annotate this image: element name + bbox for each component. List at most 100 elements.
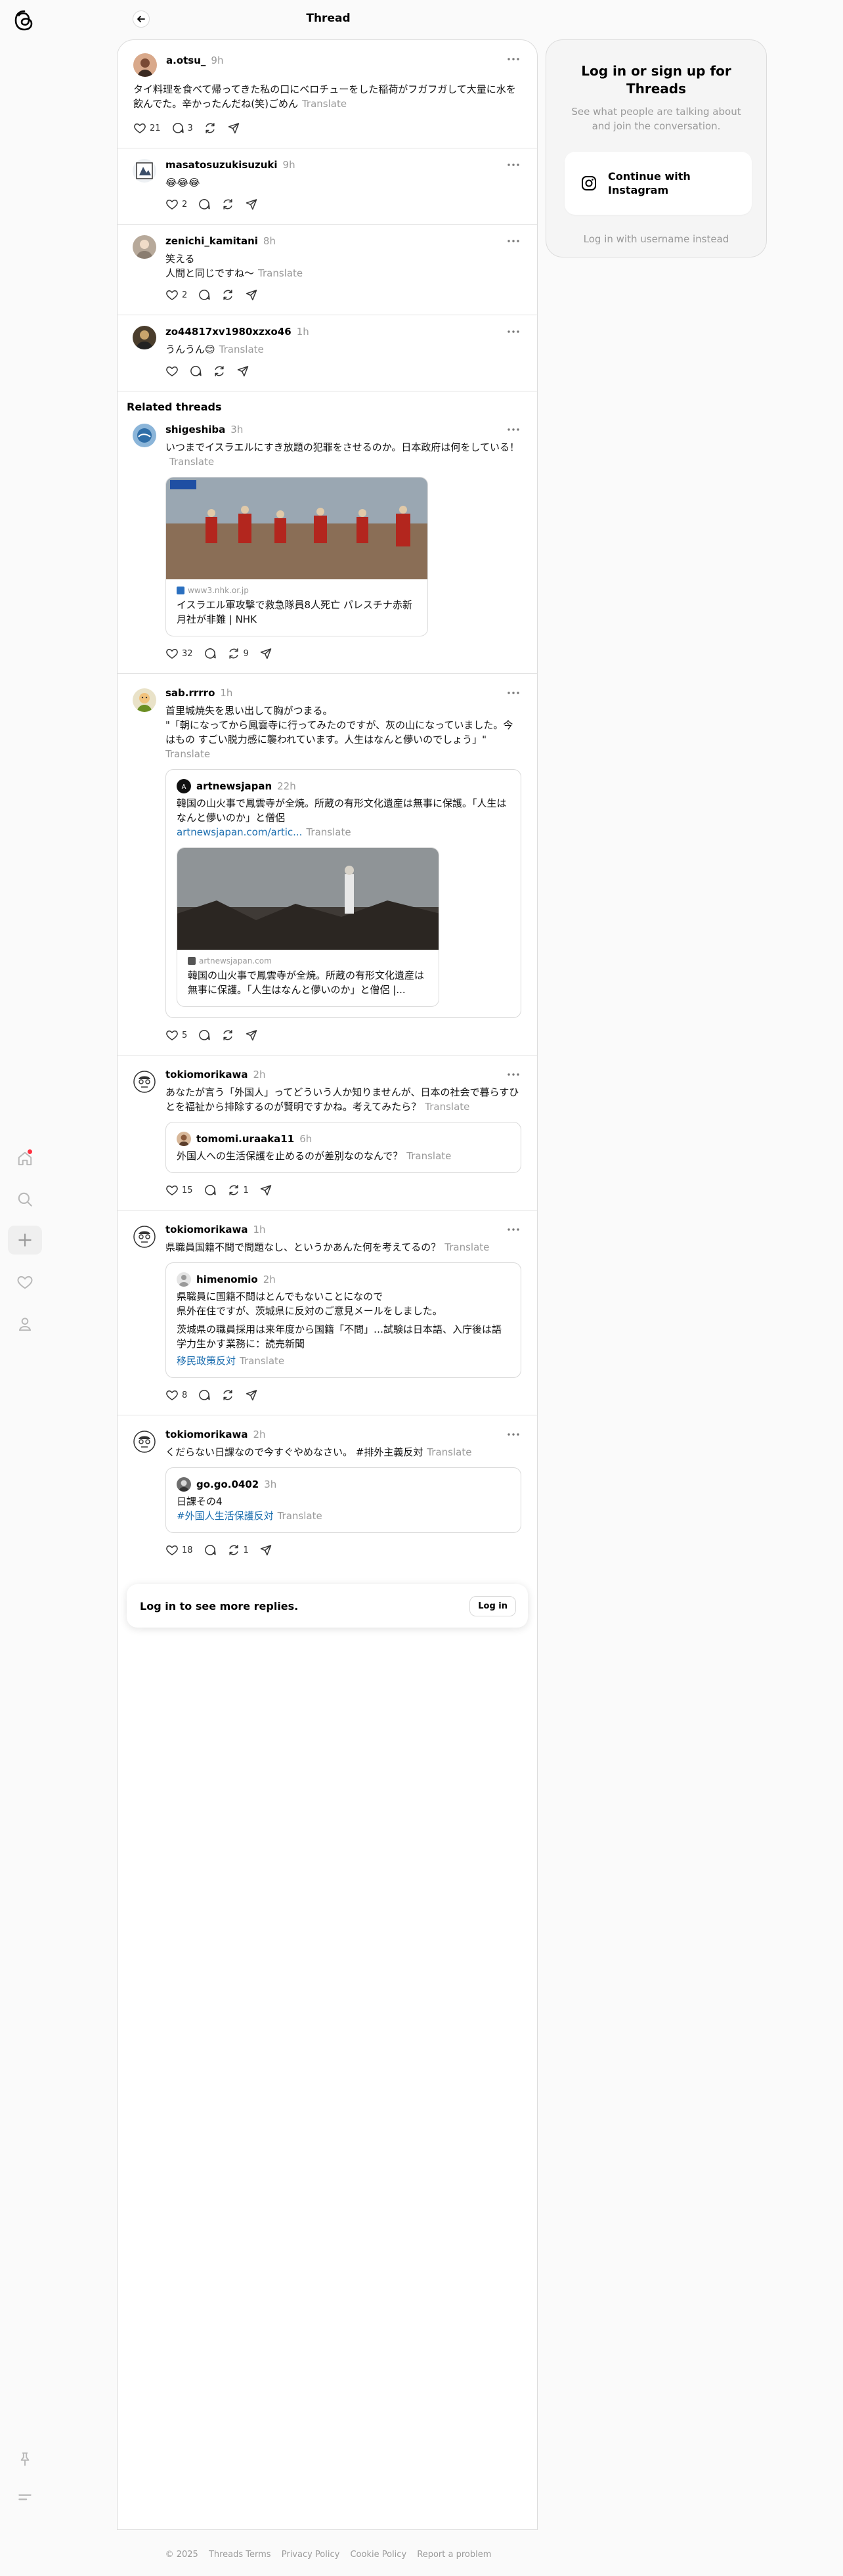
- share-button[interactable]: [236, 365, 249, 378]
- username[interactable]: sab.rrrro: [165, 687, 215, 699]
- username[interactable]: tokiomorikawa: [165, 1429, 248, 1440]
- translate-link[interactable]: Translate: [169, 456, 214, 468]
- reply-button[interactable]: [189, 365, 202, 378]
- footer-terms-link[interactable]: Threads Terms: [209, 2550, 271, 2560]
- repost-button[interactable]: [221, 288, 234, 301]
- reply-button[interactable]: [204, 1543, 217, 1557]
- repost-button[interactable]: 9: [227, 647, 249, 660]
- share-button[interactable]: [259, 1184, 272, 1197]
- translate-link[interactable]: Translate: [427, 1446, 471, 1458]
- reply-button[interactable]: [204, 1184, 217, 1197]
- username[interactable]: artnewsjapan: [196, 780, 272, 792]
- avatar[interactable]: [133, 688, 156, 712]
- instagram-login-button[interactable]: Continue with Instagram: [565, 152, 752, 215]
- repost-button[interactable]: [221, 1388, 234, 1402]
- reply-button[interactable]: [198, 1029, 211, 1042]
- hashtag-link[interactable]: #外国人生活保護反対: [177, 1510, 274, 1522]
- repost-button[interactable]: [204, 122, 217, 135]
- avatar[interactable]: [133, 1225, 156, 1249]
- like-button[interactable]: [165, 365, 179, 378]
- footer-report-link[interactable]: Report a problem: [417, 2550, 491, 2560]
- share-button[interactable]: [245, 1388, 258, 1402]
- nav-profile[interactable]: [8, 1310, 42, 1339]
- translate-link[interactable]: Translate: [240, 1355, 284, 1367]
- translate-link[interactable]: Translate: [306, 826, 351, 838]
- like-button[interactable]: 15: [165, 1184, 193, 1197]
- hashtag-link[interactable]: 移民政策反対: [177, 1355, 236, 1367]
- more-button[interactable]: [506, 326, 521, 338]
- reply-button[interactable]: [198, 198, 211, 211]
- username[interactable]: a.otsu_: [166, 55, 205, 66]
- nav-activity[interactable]: [8, 1268, 42, 1297]
- more-button[interactable]: [506, 53, 521, 65]
- avatar[interactable]: [133, 326, 156, 349]
- more-button[interactable]: [506, 159, 521, 171]
- nav-home[interactable]: [8, 1144, 42, 1173]
- username[interactable]: tokiomorikawa: [165, 1069, 248, 1080]
- footer-cookie-link[interactable]: Cookie Policy: [350, 2550, 406, 2560]
- share-button[interactable]: [245, 288, 258, 301]
- like-button[interactable]: 2: [165, 288, 187, 301]
- like-button[interactable]: 8: [165, 1388, 187, 1402]
- translate-link[interactable]: Translate: [219, 344, 264, 355]
- more-button[interactable]: [506, 1224, 521, 1235]
- quoted-post[interactable]: A artnewsjapan 22h 韓国の山火事で鳳雲寺が全焼。所蔵の有形文化…: [165, 769, 521, 1018]
- threads-logo[interactable]: [13, 9, 35, 32]
- repost-button[interactable]: 1: [227, 1543, 249, 1557]
- avatar[interactable]: [133, 159, 156, 183]
- like-button[interactable]: 21: [133, 122, 161, 135]
- repost-button[interactable]: [221, 1029, 234, 1042]
- share-button[interactable]: [245, 1029, 258, 1042]
- like-button[interactable]: 18: [165, 1543, 193, 1557]
- translate-link[interactable]: Translate: [406, 1150, 451, 1162]
- like-button[interactable]: 5: [165, 1029, 187, 1042]
- footer-privacy-link[interactable]: Privacy Policy: [282, 2550, 340, 2560]
- more-button[interactable]: [506, 424, 521, 435]
- nav-create[interactable]: [8, 1226, 42, 1255]
- translate-link[interactable]: Translate: [425, 1101, 469, 1113]
- reply-button[interactable]: [198, 288, 211, 301]
- reply-button[interactable]: [198, 1388, 211, 1402]
- quoted-post[interactable]: go.go.0402 3h 日課その4 #外国人生活保護反対 Translate: [165, 1467, 521, 1533]
- repost-button[interactable]: [213, 365, 226, 378]
- translate-link[interactable]: Translate: [165, 748, 210, 760]
- username[interactable]: himenomio: [196, 1274, 258, 1285]
- external-link[interactable]: artnewsjapan.com/artic...: [177, 826, 302, 838]
- avatar[interactable]: [133, 1070, 156, 1094]
- reply-button[interactable]: 3: [171, 122, 193, 135]
- translate-link[interactable]: Translate: [278, 1510, 322, 1522]
- avatar[interactable]: [133, 1430, 156, 1454]
- username[interactable]: tokiomorikawa: [165, 1224, 248, 1235]
- more-button[interactable]: [506, 235, 521, 247]
- username[interactable]: masatosuzukisuzuki: [165, 159, 278, 171]
- translate-link[interactable]: Translate: [258, 267, 303, 279]
- translate-link[interactable]: Translate: [444, 1241, 489, 1253]
- avatar[interactable]: [133, 235, 156, 259]
- login-button[interactable]: Log in: [469, 1595, 516, 1616]
- avatar[interactable]: [133, 424, 156, 447]
- quoted-post[interactable]: himenomio 2h 県職員に国籍不問はとんでもないことになので 県外在住で…: [165, 1262, 521, 1378]
- avatar[interactable]: [133, 53, 157, 77]
- nav-menu[interactable]: [8, 2483, 42, 2512]
- nav-pin[interactable]: [8, 2445, 42, 2474]
- nav-search[interactable]: [8, 1185, 42, 1214]
- username[interactable]: shigeshiba: [165, 424, 225, 435]
- link-card[interactable]: www3.nhk.or.jp イスラエル軍攻撃で救急隊員8人死亡 パレスチナ赤新…: [165, 477, 428, 636]
- repost-button[interactable]: [221, 198, 234, 211]
- username[interactable]: go.go.0402: [196, 1478, 259, 1490]
- translate-link[interactable]: Translate: [302, 98, 347, 110]
- more-button[interactable]: [506, 1429, 521, 1440]
- username[interactable]: zenichi_kamitani: [165, 235, 258, 247]
- share-button[interactable]: [245, 198, 258, 211]
- repost-button[interactable]: 1: [227, 1184, 249, 1197]
- like-button[interactable]: 32: [165, 647, 193, 660]
- like-button[interactable]: 2: [165, 198, 187, 211]
- share-button[interactable]: [259, 1543, 272, 1557]
- username[interactable]: zo44817xv1980xzxo46: [165, 326, 292, 338]
- username-login-link[interactable]: Log in with username instead: [565, 233, 748, 245]
- more-button[interactable]: [506, 1069, 521, 1080]
- quoted-post[interactable]: tomomi.uraaka11 6h 外国人への生活保護を止めるのが差別なのなん…: [165, 1122, 521, 1173]
- share-button[interactable]: [259, 647, 272, 660]
- reply-button[interactable]: [204, 647, 217, 660]
- username[interactable]: tomomi.uraaka11: [196, 1133, 294, 1145]
